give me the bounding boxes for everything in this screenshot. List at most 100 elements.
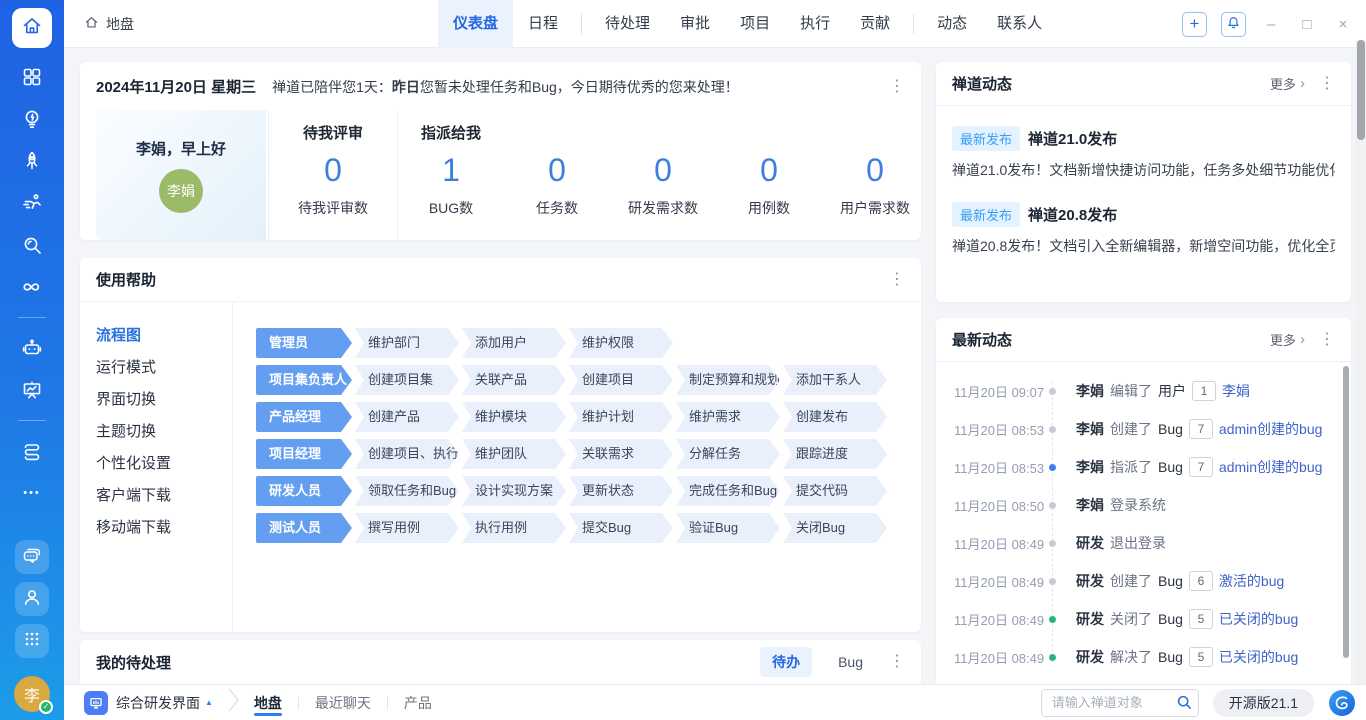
tab-contacts[interactable]: 联系人 <box>982 0 1057 48</box>
activity-more-link[interactable]: 更多› <box>1270 330 1305 349</box>
version-button[interactable]: 开源版21.1 <box>1213 689 1314 717</box>
search-icon[interactable] <box>13 228 51 262</box>
kebab-menu-icon[interactable]: ⋮ <box>889 654 905 670</box>
rocket-icon[interactable] <box>13 144 51 178</box>
tab-dynamic[interactable]: 动态 <box>922 0 982 48</box>
todo-tab-bug[interactable]: Bug <box>826 649 875 675</box>
idea-icon[interactable] <box>13 102 51 136</box>
flow-role-chip[interactable]: 项目经理 <box>256 439 352 469</box>
help-menu-client-download[interactable]: 客户端下载 <box>96 480 232 512</box>
stack-icon[interactable] <box>13 434 51 468</box>
activity-link[interactable]: 已关闭的bug <box>1219 609 1298 629</box>
home-button[interactable] <box>12 8 52 48</box>
user-button[interactable] <box>15 582 49 616</box>
bottom-tab-product[interactable]: 产品 <box>400 685 436 720</box>
flow-step-chip[interactable]: 创建项目、执行 <box>355 439 459 469</box>
apps-icon[interactable] <box>13 60 51 94</box>
notification-button[interactable] <box>1221 12 1246 37</box>
todo-tab-todo[interactable]: 待办 <box>760 647 812 677</box>
flow-step-chip[interactable]: 创建项目 <box>569 365 673 395</box>
flow-role-chip[interactable]: 产品经理 <box>256 402 352 432</box>
activity-link[interactable]: admin创建的bug <box>1219 419 1323 439</box>
flow-step-chip[interactable]: 维护需求 <box>676 402 780 432</box>
flow-role-chip[interactable]: 研发人员 <box>256 476 352 506</box>
stat-story-count[interactable]: 0 研发需求数 <box>610 146 716 218</box>
flow-step-chip[interactable]: 提交代码 <box>783 476 887 506</box>
tab-review[interactable]: 审批 <box>665 0 725 48</box>
flow-role-chip[interactable]: 测试人员 <box>256 513 352 543</box>
activity-link[interactable]: admin创建的bug <box>1219 457 1323 477</box>
flow-step-chip[interactable]: 创建发布 <box>783 402 887 432</box>
flow-step-chip[interactable]: 跟踪进度 <box>783 439 887 469</box>
tab-todo[interactable]: 待处理 <box>590 0 665 48</box>
report-icon[interactable] <box>13 373 51 407</box>
help-menu-mode[interactable]: 运行模式 <box>96 352 232 384</box>
flow-step-chip[interactable]: 维护权限 <box>569 328 673 358</box>
tab-dashboard[interactable]: 仪表盘 <box>438 0 513 48</box>
help-menu-personalize[interactable]: 个性化设置 <box>96 448 232 480</box>
flow-step-chip[interactable]: 添加用户 <box>462 328 566 358</box>
flow-step-chip[interactable]: 维护团队 <box>462 439 566 469</box>
flow-step-chip[interactable]: 维护模块 <box>462 402 566 432</box>
news-item-title[interactable]: 禅道20.8发布 <box>1028 204 1117 225</box>
flow-step-chip[interactable]: 设计实现方案 <box>462 476 566 506</box>
activity-link[interactable]: 已关闭的bug <box>1219 647 1298 667</box>
window-scrollbar-thumb[interactable] <box>1357 40 1365 140</box>
help-menu-theme[interactable]: 主题切换 <box>96 416 232 448</box>
workspace-name[interactable]: 综合研发界面 <box>116 693 200 713</box>
stat-case-count[interactable]: 0 用例数 <box>716 146 822 218</box>
tab-contribution[interactable]: 贡献 <box>845 0 905 48</box>
activity-scrollbar[interactable] <box>1343 366 1349 658</box>
quick-create-button[interactable]: + <box>1182 12 1207 37</box>
zentao-logo-icon[interactable] <box>1328 689 1356 717</box>
help-menu-ui-switch[interactable]: 界面切换 <box>96 384 232 416</box>
flow-step-chip[interactable]: 制定预算和规划 <box>676 365 780 395</box>
breadcrumb[interactable]: 地盘 <box>84 0 134 48</box>
flow-step-chip[interactable]: 关联产品 <box>462 365 566 395</box>
flow-step-chip[interactable]: 关联需求 <box>569 439 673 469</box>
stat-review-count[interactable]: 0 待我评审数 <box>269 146 397 218</box>
flow-step-chip[interactable]: 执行用例 <box>462 513 566 543</box>
flow-step-chip[interactable]: 分解任务 <box>676 439 780 469</box>
flow-step-chip[interactable]: 撰写用例 <box>355 513 459 543</box>
activity-link[interactable]: 激活的bug <box>1219 571 1284 591</box>
stat-requirement-count[interactable]: 0 用户需求数 <box>822 146 928 218</box>
kebab-menu-icon[interactable]: ⋮ <box>889 79 905 95</box>
bottom-tab-recent-chat[interactable]: 最近聊天 <box>311 685 375 720</box>
minimize-button[interactable]: – <box>1260 16 1282 33</box>
help-menu-flowchart[interactable]: 流程图 <box>96 320 232 352</box>
flow-step-chip[interactable]: 更新状态 <box>569 476 673 506</box>
flow-step-chip[interactable]: 提交Bug <box>569 513 673 543</box>
workspace-dropdown-icon[interactable]: ▲ <box>205 698 213 707</box>
sprint-icon[interactable] <box>13 186 51 220</box>
news-item-title[interactable]: 禅道21.0发布 <box>1028 128 1117 149</box>
robot-icon[interactable] <box>13 331 51 365</box>
flow-step-chip[interactable]: 关闭Bug <box>783 513 887 543</box>
help-menu-mobile-download[interactable]: 移动端下载 <box>96 512 232 544</box>
flow-step-chip[interactable]: 创建项目集 <box>355 365 459 395</box>
search-icon[interactable] <box>1175 693 1193 716</box>
window-scrollbar[interactable] <box>1356 40 1366 684</box>
launcher-button[interactable] <box>15 624 49 658</box>
more-icon[interactable]: ••• <box>13 476 51 510</box>
kebab-menu-icon[interactable]: ⋮ <box>889 272 905 288</box>
tab-project[interactable]: 项目 <box>725 0 785 48</box>
flow-step-chip[interactable]: 创建产品 <box>355 402 459 432</box>
devops-icon[interactable] <box>13 270 51 304</box>
flow-step-chip[interactable]: 添加干系人 <box>783 365 887 395</box>
flow-step-chip[interactable]: 完成任务和Bug <box>676 476 780 506</box>
workspace-icon[interactable] <box>84 691 108 715</box>
flow-role-chip[interactable]: 项目集负责人 <box>256 365 352 395</box>
bottom-tab-dipan[interactable]: 地盘 <box>250 685 286 720</box>
chat-button[interactable] <box>15 540 49 574</box>
flow-step-chip[interactable]: 维护计划 <box>569 402 673 432</box>
news-more-link[interactable]: 更多› <box>1270 74 1305 93</box>
tab-execution[interactable]: 执行 <box>785 0 845 48</box>
kebab-menu-icon[interactable]: ⋮ <box>1319 76 1335 92</box>
stat-bug-count[interactable]: 1 BUG数 <box>398 146 504 218</box>
greeting-avatar[interactable]: 李娟 <box>159 169 203 213</box>
stat-task-count[interactable]: 0 任务数 <box>504 146 610 218</box>
kebab-menu-icon[interactable]: ⋮ <box>1319 332 1335 348</box>
flow-role-chip[interactable]: 管理员 <box>256 328 352 358</box>
tab-calendar[interactable]: 日程 <box>513 0 573 48</box>
